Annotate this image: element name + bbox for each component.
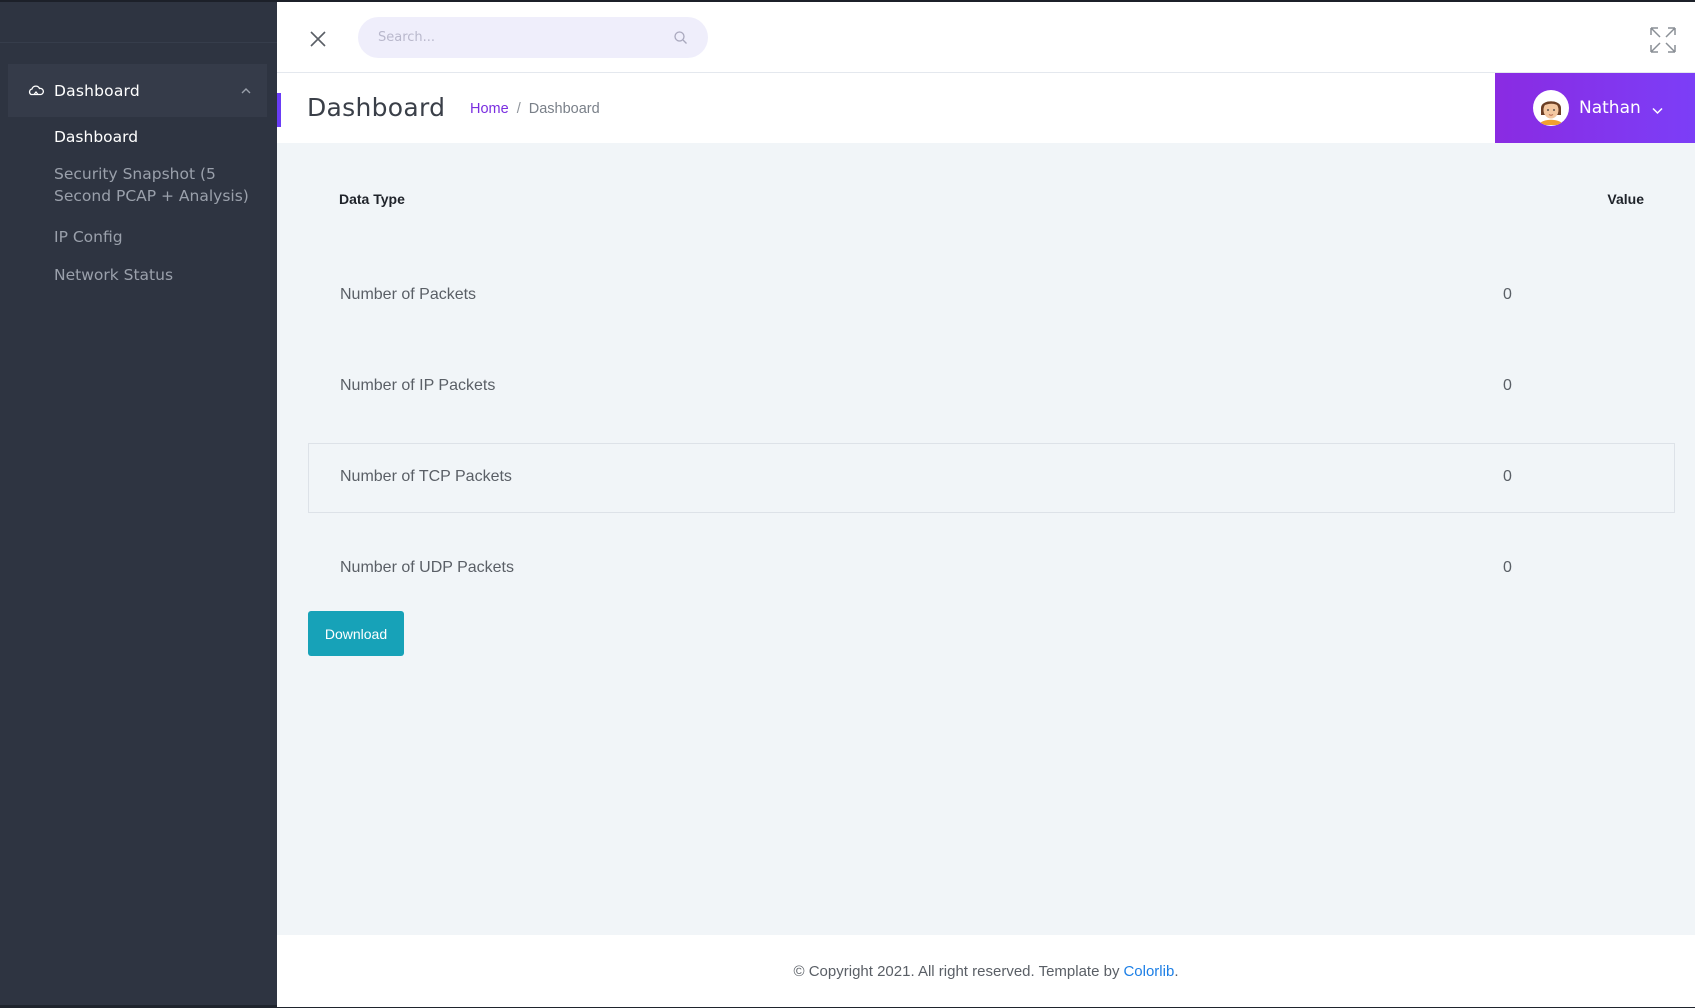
sidebar-logo-area: [0, 2, 277, 43]
close-sidebar-button[interactable]: [307, 28, 329, 50]
fullscreen-icon: [1650, 27, 1676, 53]
cell-value: 0: [1503, 468, 1512, 485]
cell-value: 0: [1503, 377, 1512, 394]
footer-suffix: .: [1174, 962, 1179, 980]
user-name: Nathan: [1579, 98, 1641, 118]
chevron-down-icon: [1651, 102, 1664, 115]
cell-value: 0: [1503, 559, 1512, 576]
cell-value: 0: [1503, 286, 1512, 303]
footer-copyright: © Copyright 2021. All right reserved. Te…: [793, 962, 1120, 980]
sidebar-item-dashboard[interactable]: Dashboard: [54, 126, 264, 148]
title-accent-bar: [277, 93, 281, 127]
download-button[interactable]: Download: [308, 611, 404, 656]
column-header-data-type: Data Type: [339, 191, 405, 207]
sidebar-group-label: Dashboard: [54, 81, 140, 100]
close-icon: [310, 31, 326, 47]
cell-data-type: Number of IP Packets: [340, 377, 496, 394]
column-header-value: Value: [1607, 191, 1644, 207]
table-row: Number of UDP Packets 0: [308, 534, 1675, 604]
breadcrumb-separator: /: [516, 101, 521, 117]
footer-colorlib-link[interactable]: Colorlib: [1123, 963, 1174, 980]
search-box: [358, 17, 708, 58]
table-row: Number of Packets 0: [308, 261, 1675, 331]
app-window: Dashboard Dashboard Security Snapshot (5…: [0, 0, 1695, 1008]
chevron-up-icon: [239, 83, 253, 97]
sidebar: Dashboard Dashboard Security Snapshot (5…: [0, 0, 277, 1005]
sidebar-item-ip-config[interactable]: IP Config: [54, 226, 264, 248]
breadcrumb: Home / Dashboard: [470, 101, 600, 117]
search-input[interactable]: [358, 17, 708, 58]
cell-data-type: Number of Packets: [340, 286, 477, 303]
topbar: [277, 2, 1695, 73]
page-title: Dashboard: [307, 93, 446, 122]
table-row: Number of TCP Packets 0: [308, 443, 1675, 513]
fullscreen-button[interactable]: [1649, 26, 1677, 54]
main-content: Dashboard Home / Dashboard: [277, 0, 1695, 1007]
search-icon[interactable]: [673, 30, 688, 45]
cloud-icon: [28, 84, 44, 98]
cell-data-type: Number of TCP Packets: [340, 468, 512, 485]
table-row: Number of IP Packets 0: [308, 352, 1675, 422]
page-header: Dashboard Home / Dashboard Nathan: [277, 73, 1695, 143]
cell-data-type: Number of UDP Packets: [340, 559, 514, 576]
avatar: [1533, 90, 1569, 126]
sidebar-group-dashboard[interactable]: Dashboard: [8, 64, 267, 117]
sidebar-item-network-status[interactable]: Network Status: [54, 264, 264, 286]
breadcrumb-home-link[interactable]: Home: [470, 101, 509, 117]
footer: © Copyright 2021. All right reserved. Te…: [277, 935, 1695, 1007]
breadcrumb-current: Dashboard: [528, 101, 600, 117]
sidebar-item-security-snapshot[interactable]: Security Snapshot (5 Second PCAP + Analy…: [54, 163, 264, 207]
user-menu[interactable]: Nathan: [1495, 73, 1695, 143]
